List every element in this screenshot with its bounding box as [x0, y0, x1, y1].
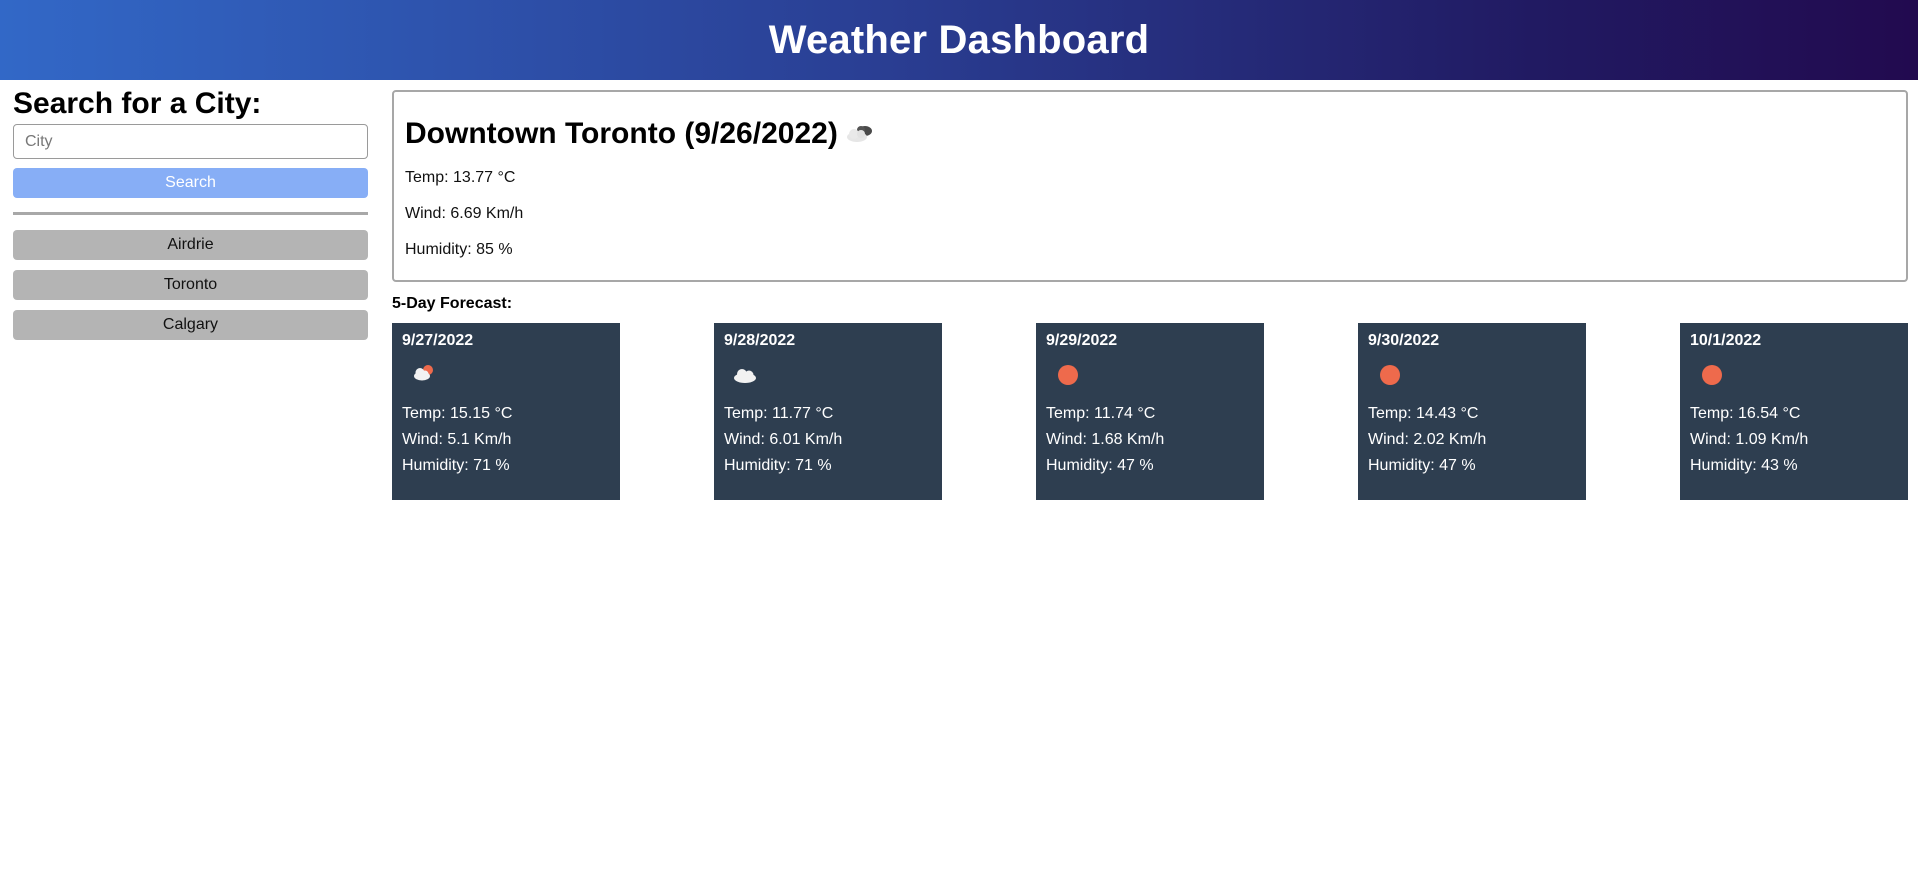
current-weather-header: Downtown Toronto (9/26/2022) — [405, 114, 1895, 154]
app-header: Weather Dashboard — [0, 0, 1918, 80]
current-weather-panel: Downtown Toronto (9/26/2022) Temp: 13.77… — [392, 90, 1908, 282]
forecast-humidity: Humidity: 71 % — [402, 457, 510, 474]
forecast-temp: Temp: 11.74 °C — [1046, 405, 1156, 422]
partly-cloudy-icon — [414, 365, 433, 381]
forecast-humidity: Humidity: 43 % — [1690, 457, 1798, 474]
sun-icon — [1058, 365, 1078, 385]
history-button-airdrie[interactable]: Airdrie — [13, 230, 368, 260]
forecast-temp: Temp: 14.43 °C — [1368, 405, 1479, 422]
current-humidity: Humidity: 85 % — [405, 241, 513, 258]
search-sidebar: Search for a City: Search Airdrie Toront… — [13, 86, 368, 340]
forecast-humidity: Humidity: 47 % — [1046, 457, 1154, 474]
cloud-icon — [734, 369, 756, 383]
sun-icon — [1380, 365, 1400, 385]
forecast-cards: 9/27/2022 Temp: 15.15 °C Wind: 5.1 Km/h … — [392, 323, 1909, 501]
current-wind: Wind: 6.69 Km/h — [405, 205, 524, 222]
forecast-date: 10/1/2022 — [1690, 332, 1762, 349]
forecast-humidity: Humidity: 47 % — [1368, 457, 1476, 474]
history-button-toronto[interactable]: Toronto — [13, 270, 368, 300]
history-button-calgary[interactable]: Calgary — [13, 310, 368, 340]
forecast-date: 9/29/2022 — [1046, 332, 1118, 349]
city-search-input[interactable] — [13, 124, 368, 159]
forecast-date: 9/27/2022 — [402, 332, 474, 349]
forecast-date: 9/30/2022 — [1368, 332, 1440, 349]
forecast-wind: Wind: 1.09 Km/h — [1690, 431, 1809, 448]
forecast-humidity: Humidity: 71 % — [724, 457, 832, 474]
forecast-temp: Temp: 16.54 °C — [1690, 405, 1801, 422]
overcast-clouds-icon — [846, 126, 872, 142]
forecast-card: 9/30/2022 Temp: 14.43 °C Wind: 2.02 Km/h… — [1358, 323, 1586, 500]
current-temp: Temp: 13.77 °C — [405, 169, 516, 186]
forecast-temp: Temp: 11.77 °C — [724, 405, 834, 422]
current-city-title: Downtown Toronto (9/26/2022) — [405, 117, 838, 150]
sun-icon — [1702, 365, 1722, 385]
forecast-temp: Temp: 15.15 °C — [402, 405, 513, 422]
search-button[interactable]: Search — [13, 168, 368, 198]
forecast-wind: Wind: 6.01 Km/h — [724, 431, 843, 448]
forecast-wind: Wind: 1.68 Km/h — [1046, 431, 1165, 448]
forecast-label: 5-Day Forecast: — [392, 295, 513, 312]
forecast-card: 10/1/2022 Temp: 16.54 °C Wind: 1.09 Km/h… — [1680, 323, 1908, 500]
forecast-card: 9/28/2022 Temp: 11.77 °C Wind: 6.01 Km/h… — [714, 323, 942, 500]
forecast-wind: Wind: 2.02 Km/h — [1368, 431, 1487, 448]
page-title: Weather Dashboard — [768, 17, 1150, 62]
sidebar-divider — [13, 212, 368, 215]
forecast-card: 9/27/2022 Temp: 15.15 °C Wind: 5.1 Km/h … — [392, 323, 620, 500]
forecast-date: 9/28/2022 — [724, 332, 796, 349]
search-heading: Search for a City: — [13, 87, 262, 120]
forecast-wind: Wind: 5.1 Km/h — [402, 431, 512, 448]
forecast-card: 9/29/2022 Temp: 11.74 °C Wind: 1.68 Km/h… — [1036, 323, 1264, 500]
